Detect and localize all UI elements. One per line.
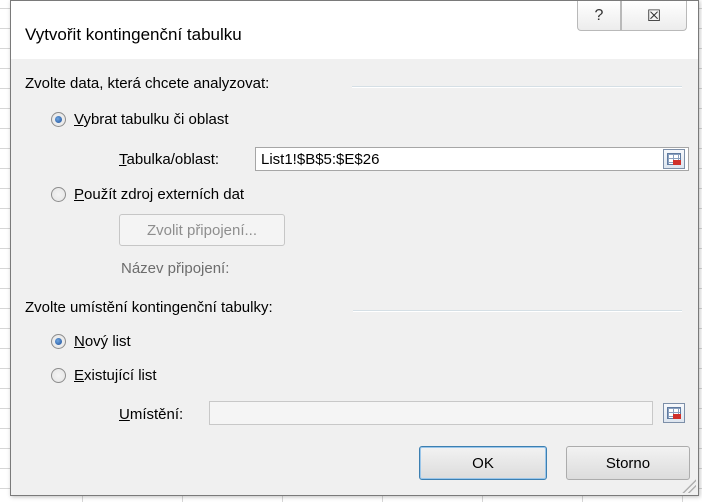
radio-select-table-indicator[interactable] [51, 112, 66, 127]
help-button[interactable]: ? [577, 1, 621, 31]
table-range-label: Tabulka/oblast: [119, 151, 220, 168]
radio-external-data-label: Použít zdroj externích dat [74, 186, 245, 203]
section-divider [352, 86, 682, 88]
resize-grip[interactable] [682, 479, 696, 493]
dialog-body: Zvolte data, která chcete analyzovat: Vy… [11, 59, 698, 495]
close-button[interactable]: ☒ [621, 1, 687, 31]
ok-button[interactable]: OK [419, 446, 547, 480]
dialog-titlebar: Vytvořit kontingenční tabulku ? ☒ [11, 1, 698, 59]
connection-name-label: Název připojení: [121, 260, 230, 277]
radio-existing-sheet-indicator[interactable] [51, 368, 66, 383]
dialog-title: Vytvořit kontingenční tabulku [25, 25, 242, 44]
table-range-input[interactable]: List1!$B$5:$E$26 [255, 147, 689, 171]
location-input[interactable] [209, 401, 653, 425]
choose-connection-button[interactable]: Zvolit připojení... [119, 214, 285, 246]
range-picker-icon[interactable] [663, 403, 685, 423]
create-pivot-table-dialog: Vytvořit kontingenční tabulku ? ☒ Zvolte… [10, 0, 699, 496]
radio-external-data[interactable]: Použít zdroj externích dat [51, 186, 244, 203]
radio-existing-sheet[interactable]: Existující list [51, 367, 157, 384]
help-icon: ? [594, 6, 604, 24]
cancel-button[interactable]: Storno [566, 446, 690, 480]
radio-select-table-label: Vybrat tabulku či oblast [74, 111, 229, 128]
close-icon: ☒ [646, 7, 662, 25]
location-label: Umístění: [119, 406, 184, 423]
radio-external-data-indicator[interactable] [51, 187, 66, 202]
radio-select-table[interactable]: Vybrat tabulku či oblast [51, 111, 229, 128]
radio-existing-sheet-label: Existující list [74, 367, 157, 384]
radio-new-sheet[interactable]: Nový list [51, 333, 131, 350]
radio-new-sheet-indicator[interactable] [51, 334, 66, 349]
section-divider [353, 310, 682, 312]
range-picker-icon[interactable] [663, 149, 685, 169]
radio-new-sheet-label: Nový list [74, 333, 131, 350]
data-section-label: Zvolte data, která chcete analyzovat: [25, 75, 270, 92]
location-section-label: Zvolte umístění kontingenční tabulky: [25, 299, 273, 316]
